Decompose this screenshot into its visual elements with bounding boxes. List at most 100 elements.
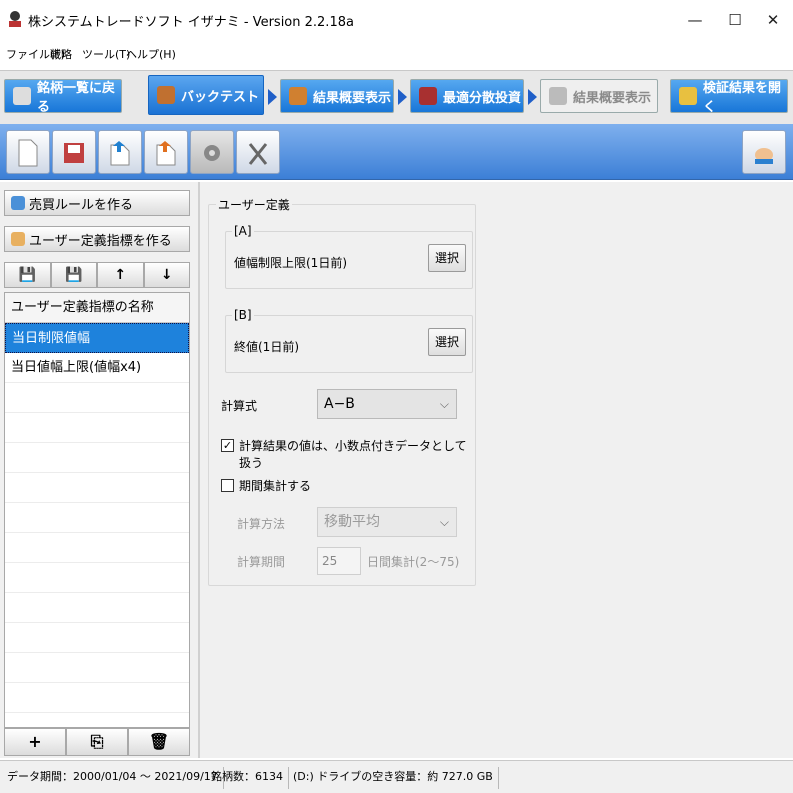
- toolbar: [0, 124, 793, 180]
- tab-open-results[interactable]: 検証結果を開く: [670, 79, 788, 115]
- list-header: ユーザー定義指標の名称: [5, 293, 189, 323]
- menu-bar: ファイル(F) 戦略 ツール(T) ヘルプ(H): [0, 42, 793, 66]
- arrow-icon: [398, 89, 407, 105]
- tab-result-summary-disabled: 結果概要表示: [540, 79, 658, 113]
- list-item[interactable]: 当日制限値幅: [5, 323, 189, 353]
- create-trade-rule-button[interactable]: 売買ルールを作る: [4, 190, 190, 216]
- operand-a-group: [A] 値幅制限上限(1日前) 選択: [225, 224, 473, 289]
- tab-result-summary[interactable]: 結果概要表示: [280, 79, 394, 113]
- tools-button[interactable]: [236, 130, 280, 174]
- arrow-icon: [268, 89, 277, 105]
- user-definition-panel: [A] 値幅制限上限(1日前) 選択 [B] 終値(1日前) 選択 計算式 A−…: [200, 182, 793, 758]
- empty-row: [5, 413, 189, 443]
- empty-row: [5, 503, 189, 533]
- empty-row: [5, 563, 189, 593]
- copy-button[interactable]: ⎘: [66, 728, 128, 756]
- tab-bar: 銘柄一覧に戻る バックテスト 結果概要表示 最適分散投資 結果概要表示 検証結果…: [0, 70, 793, 124]
- empty-row: [5, 533, 189, 563]
- tab-label: バックテスト: [181, 89, 260, 105]
- delete-button[interactable]: 🗑: [128, 728, 190, 756]
- result-icon: [549, 87, 567, 105]
- operand-b-value: 終値(1日前): [234, 340, 299, 354]
- open-icon: [679, 87, 697, 105]
- list-toolbar: 💾 💾 ↑ ↓: [4, 262, 190, 288]
- tab-label: 銘柄一覧に戻る: [37, 81, 116, 115]
- save-button[interactable]: [52, 130, 96, 174]
- menu-strategy[interactable]: 戦略: [50, 46, 72, 62]
- move-down-button[interactable]: ↓: [143, 262, 190, 288]
- decimal-label: 計算結果の値は、小数点付きデータとして扱う: [239, 439, 467, 470]
- operand-a-value: 値幅制限上限(1日前): [234, 256, 347, 270]
- run-button[interactable]: [742, 130, 786, 174]
- tools-icon: [248, 143, 268, 165]
- status-stock-count: 銘柄数：6134: [206, 767, 289, 789]
- result-icon: [289, 87, 307, 105]
- empty-row: [5, 623, 189, 653]
- title-bar: 株システムトレードソフト イザナミ - Version 2.2.18a — ☐ …: [0, 0, 793, 40]
- grid-icon: [419, 87, 437, 105]
- settings-button[interactable]: [190, 130, 234, 174]
- empty-row: [5, 383, 189, 413]
- menu-help[interactable]: ヘルプ(H): [126, 46, 176, 62]
- arrow-icon: [528, 89, 537, 105]
- save-item-button[interactable]: 💾: [4, 262, 51, 288]
- import-button[interactable]: [144, 130, 188, 174]
- new-button[interactable]: [6, 130, 50, 174]
- status-bar: データ期間：2000/01/04 〜 2021/09/17 銘柄数：6134 (…: [0, 760, 793, 793]
- tab-backtest[interactable]: バックテスト: [148, 75, 264, 115]
- chevron-down-icon: ⌵: [439, 515, 449, 529]
- user-definition-group: [A] 値幅制限上限(1日前) 選択 [B] 終値(1日前) 選択 計算式 A−…: [208, 204, 476, 586]
- chevron-down-icon: ⌵: [439, 397, 449, 411]
- list-item[interactable]: 当日値幅上限(値幅x4): [5, 353, 189, 383]
- tab-label: 最適分散投資: [443, 90, 522, 106]
- period-suffix: 日間集計(2〜75): [367, 555, 460, 569]
- chart-icon: [157, 86, 175, 104]
- indicator-list: ユーザー定義指標の名称 当日制限値幅 当日値幅上限(値幅x4): [4, 292, 190, 728]
- create-user-indicator-button[interactable]: ユーザー定義指標を作る: [4, 226, 190, 252]
- empty-row: [5, 593, 189, 623]
- close-button[interactable]: ✕: [750, 6, 793, 34]
- operand-a-label: [A]: [232, 224, 254, 238]
- rule-icon: [11, 196, 25, 210]
- operand-b-group: [B] 終値(1日前) 選択: [225, 308, 473, 373]
- method-select[interactable]: 移動平均 ⌵: [317, 507, 457, 537]
- period-length-label: 計算期間: [237, 555, 286, 569]
- tab-label: 結果概要表示: [313, 90, 392, 106]
- list-actions: + ⎘ 🗑: [4, 728, 190, 756]
- empty-row: [5, 653, 189, 683]
- menu-tools[interactable]: ツール(T): [82, 46, 130, 62]
- indicator-icon: [11, 232, 25, 246]
- tab-optimal-diversify[interactable]: 最適分散投資: [410, 79, 524, 113]
- formula-select[interactable]: A−B ⌵: [317, 389, 457, 419]
- select-b-button[interactable]: 選択: [428, 328, 466, 356]
- export-icon: [110, 141, 130, 166]
- select-a-button[interactable]: 選択: [428, 244, 466, 272]
- decimal-checkbox[interactable]: ✓: [221, 439, 234, 452]
- gear-icon: [204, 145, 220, 161]
- button-label: ユーザー定義指標を作る: [29, 233, 172, 249]
- period-input[interactable]: 25: [317, 547, 361, 575]
- status-data-period: データ期間：2000/01/04 〜 2021/09/17: [2, 767, 224, 789]
- hand-icon: [755, 148, 773, 164]
- save-icon: [64, 143, 84, 163]
- period-checkbox[interactable]: [221, 479, 234, 492]
- method-label: 計算方法: [237, 517, 286, 531]
- empty-row: [5, 683, 189, 713]
- tab-label: 検証結果を開く: [703, 81, 782, 115]
- status-drive-space: (D:) ドライブの空き容量：約 727.0 GB: [288, 767, 499, 789]
- save-as-button[interactable]: 💾: [50, 262, 97, 288]
- method-value: 移動平均: [324, 514, 380, 530]
- empty-row: [5, 473, 189, 503]
- import-icon: [156, 141, 176, 166]
- section-title: ユーザー定義: [216, 196, 292, 213]
- tab-back-to-list[interactable]: 銘柄一覧に戻る: [4, 79, 122, 115]
- new-file-icon: [18, 139, 38, 167]
- move-up-button[interactable]: ↑: [97, 262, 144, 288]
- operand-b-label: [B]: [232, 308, 254, 322]
- eye-icon: [13, 87, 31, 105]
- left-panel: 売買ルールを作る ユーザー定義指標を作る 💾 💾 ↑ ↓ ユーザー定義指標の名称…: [0, 182, 198, 758]
- tab-label: 結果概要表示: [573, 90, 652, 106]
- window-title: 株システムトレードソフト イザナミ - Version 2.2.18a: [28, 15, 354, 30]
- export-button[interactable]: [98, 130, 142, 174]
- add-button[interactable]: +: [4, 728, 66, 756]
